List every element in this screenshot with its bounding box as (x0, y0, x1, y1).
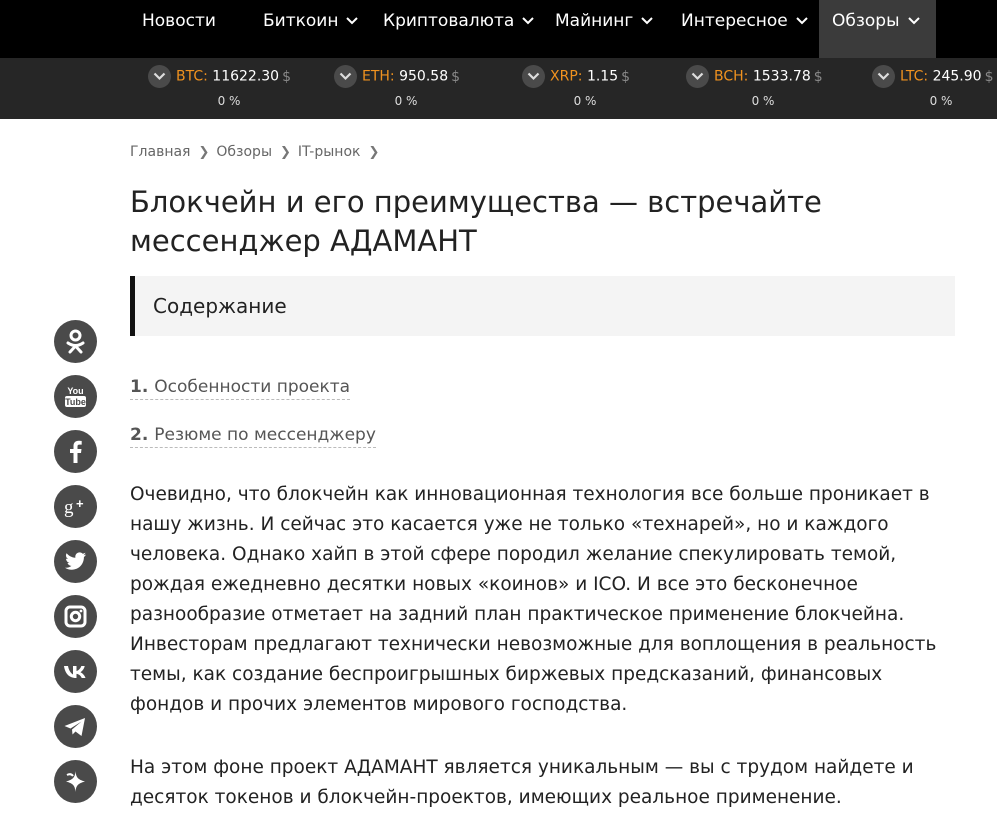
coin-price: 245.90 (932, 68, 982, 85)
toc-label: Резюме по мессенджеру (154, 425, 376, 445)
svg-text:Tube: Tube (65, 397, 86, 407)
coin-price: 1533.78 (752, 68, 811, 85)
chevron-down-icon (522, 17, 534, 25)
telegram-icon[interactable] (54, 705, 97, 748)
nav-item-crypto[interactable]: Криптовалюта (383, 0, 534, 58)
instagram-icon[interactable] (54, 595, 97, 638)
chevron-down-icon (796, 17, 808, 25)
breadcrumb-reviews[interactable]: Обзоры (216, 144, 272, 160)
price-ticker: BTC: 11622.30 $ 0 % ETH: 950.58 $ 0 % XRP:… (0, 58, 997, 119)
chevron-down-icon (907, 17, 920, 25)
coin-currency: $ (621, 68, 631, 85)
chevron-down-icon (346, 17, 359, 25)
coin-currency: $ (984, 68, 994, 85)
toc-number: 2. (130, 425, 149, 445)
breadcrumb: Главная ❯ Обзоры ❯ IT-рынок ❯ (130, 144, 386, 160)
nav-item-label: Биткоин (263, 11, 339, 31)
yandex-zen-icon[interactable] (54, 760, 97, 803)
coin-symbol: BCH: (714, 68, 749, 85)
chevron-right-icon: ❯ (368, 145, 380, 160)
coin-price: 11622.30 (212, 68, 280, 85)
breadcrumb-home[interactable]: Главная (130, 144, 190, 160)
nav-item-label: Криптовалюта (383, 11, 515, 31)
toc-link-features[interactable]: 1. Особенности проекта (130, 377, 351, 400)
coin-price: 1.15 (586, 68, 619, 85)
facebook-icon[interactable] (54, 430, 97, 473)
coin-symbol: BTC: (176, 68, 208, 85)
article-title: Блокчейн и его преимущества — встречайте… (130, 185, 822, 258)
chevron-down-icon[interactable] (872, 65, 895, 88)
coin-change: 0 % (394, 94, 418, 108)
coin-price: 950.58 (399, 68, 449, 85)
toc-link-summary[interactable]: 2. Резюме по мессенджеру (130, 425, 376, 448)
nav-item-reviews[interactable]: Обзоры (819, 0, 936, 58)
coin-currency: $ (451, 68, 461, 85)
chevron-down-icon[interactable] (686, 65, 709, 88)
top-navigation: Новости Биткоин Криптовалюта Майнинг Инт… (0, 0, 997, 58)
chevron-down-icon[interactable] (334, 65, 357, 88)
nav-item-label: Новости (142, 11, 216, 31)
article-paragraph: Очевидно, что блокчейн как инновационная… (130, 484, 937, 715)
coin-symbol: ETH: (362, 68, 395, 85)
coin-change: 0 % (929, 94, 953, 108)
coin-change: 0 % (751, 94, 775, 108)
coin-change: 0 % (217, 94, 241, 108)
coin-currency: $ (282, 68, 292, 85)
chevron-down-icon (641, 17, 654, 25)
nav-item-interesting[interactable]: Интересное (681, 0, 808, 58)
nav-item-label: Майнинг (555, 11, 634, 31)
nav-item-mining[interactable]: Майнинг (555, 0, 654, 58)
google-plus-icon[interactable]: g + (54, 485, 97, 528)
nav-item-news[interactable]: Новости (142, 0, 216, 58)
nav-item-label: Обзоры (832, 11, 900, 31)
chevron-down-icon[interactable] (148, 65, 171, 88)
chevron-right-icon: ❯ (280, 145, 291, 160)
toc-heading: Содержание (153, 294, 287, 318)
chevron-right-icon: ❯ (198, 145, 210, 160)
table-of-contents: Содержание (130, 276, 955, 336)
vk-icon[interactable] (54, 650, 97, 693)
toc-number: 1. (130, 377, 149, 397)
svg-text:g: g (64, 497, 74, 518)
twitter-icon[interactable] (54, 540, 97, 583)
nav-item-bitcoin[interactable]: Биткоин (263, 0, 359, 58)
svg-text:+: + (76, 496, 84, 511)
chevron-down-icon[interactable] (522, 65, 545, 88)
youtube-icon[interactable]: You Tube (54, 375, 97, 418)
breadcrumb-it-market[interactable]: IT-рынок (298, 144, 361, 160)
nav-item-label: Интересное (681, 11, 788, 31)
coin-symbol: XRP: (550, 68, 583, 85)
coin-currency: $ (813, 68, 823, 85)
coin-change: 0 % (573, 94, 597, 108)
toc-label: Особенности проекта (154, 377, 351, 397)
odnoklassniki-icon[interactable] (54, 320, 97, 363)
article-paragraph: На этом фоне проект АДАМАНТ является уни… (130, 757, 914, 808)
coin-symbol: LTC: (900, 68, 929, 85)
toc-accent-bar (130, 276, 135, 336)
svg-text:You: You (67, 386, 83, 396)
